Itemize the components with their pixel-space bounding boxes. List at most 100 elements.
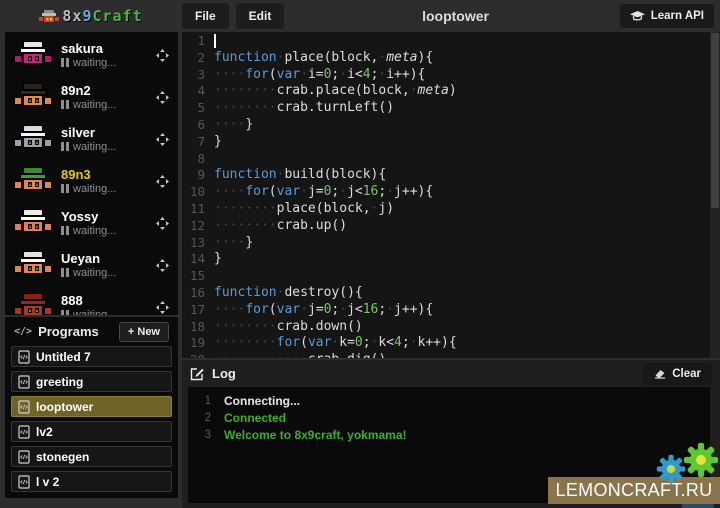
crosshair-icon[interactable] (156, 133, 169, 146)
text-cursor (214, 34, 216, 48)
code-text[interactable]: ············crab.dig() (214, 352, 386, 358)
pause-icon (61, 100, 69, 109)
code-text[interactable]: ········crab.place(block,·meta) (214, 83, 457, 100)
line-number: 4 (182, 83, 214, 100)
code-line: 11········place(block,·j) (182, 201, 720, 218)
code-text[interactable]: } (214, 251, 222, 268)
program-item[interactable]: greeting (11, 371, 172, 392)
file-menu-button[interactable]: File (182, 3, 229, 29)
code-line: 16function·destroy(){ (182, 285, 720, 302)
program-item[interactable]: stonegen (11, 446, 172, 467)
crosshair-icon[interactable] (156, 259, 169, 272)
code-line: 1 (182, 33, 720, 50)
code-text[interactable]: ········for(var·k=0;·k<4;·k++){ (214, 335, 457, 352)
code-text[interactable]: ····for(var·j=0;·j<16;·j++){ (214, 302, 433, 319)
code-line: 6····} (182, 117, 720, 134)
avatar-arm-right (44, 97, 52, 105)
editor-scrollbar[interactable] (710, 32, 720, 358)
code-text[interactable]: function·build(block){ (214, 167, 386, 184)
player-status: waiting... (61, 308, 147, 316)
code-text[interactable]: function·destroy(){ (214, 285, 363, 302)
code-line: 7} (182, 134, 720, 151)
code-line: 20············crab.dig() (182, 352, 720, 358)
player-item[interactable]: 89n2waiting... (5, 76, 178, 118)
code-text[interactable]: ········crab.turnLeft() (214, 100, 394, 117)
log-line-number: 3 (188, 427, 224, 444)
player-avatar (14, 208, 52, 238)
avatar-eye (35, 98, 39, 103)
player-item[interactable]: 888waiting... (5, 286, 178, 315)
code-line: 2function·place(block,·meta){ (182, 50, 720, 67)
code-text[interactable]: ····} (214, 117, 253, 134)
crosshair-icon[interactable] (156, 217, 169, 230)
code-text[interactable]: ········crab.up() (214, 218, 347, 235)
program-item[interactable]: l v 2 (11, 471, 172, 492)
code-text[interactable]: function·place(block,·meta){ (214, 50, 433, 67)
avatar-arm-left (14, 181, 22, 189)
learn-api-label: Learn API (651, 10, 704, 22)
line-number: 5 (182, 100, 214, 117)
code-text[interactable]: ········place(block,·j) (214, 201, 394, 218)
code-text[interactable]: ····} (214, 235, 253, 252)
crosshair-icon[interactable] (156, 49, 169, 62)
avatar-eye (35, 140, 39, 145)
code-line: 12········crab.up() (182, 218, 720, 235)
code-editor[interactable]: 12function·place(block,·meta){3····for(v… (182, 32, 720, 358)
program-item[interactable]: looptower (11, 396, 172, 417)
player-item[interactable]: Ueyanwaiting... (5, 244, 178, 286)
code-line: 3····for(var·i=0;·i<4;·i++){ (182, 67, 720, 84)
crosshair-icon[interactable] (156, 175, 169, 188)
pause-bar (66, 310, 69, 315)
crab-logo-icon (39, 9, 59, 24)
code-line: 13····} (182, 235, 720, 252)
crosshair-icon[interactable] (156, 91, 169, 104)
program-item-label: stonegen (36, 450, 89, 464)
program-item-label: looptower (36, 400, 93, 414)
clear-log-button[interactable]: Clear (643, 363, 712, 385)
learn-api-button[interactable]: Learn API (620, 4, 714, 28)
programs-panel: </> Programs + New Untitled 7greetingloo… (5, 317, 178, 498)
log-line-number: 1 (188, 393, 224, 410)
logo-text: 8x9Craft (62, 7, 142, 26)
pause-bar (61, 226, 64, 235)
code-text[interactable]: ········crab.down() (214, 319, 363, 336)
code-text[interactable]: ····for(var·i=0;·i<4;·i++){ (214, 67, 425, 84)
program-item[interactable]: lv2 (11, 421, 172, 442)
line-number: 6 (182, 117, 214, 134)
code-line: 14} (182, 251, 720, 268)
code-text[interactable]: ····for(var·j=0;·j<16;·j++){ (214, 184, 433, 201)
log-line-text: Connecting... (224, 393, 300, 410)
pause-bar (66, 226, 69, 235)
player-avatar (14, 292, 52, 315)
pause-icon (61, 142, 69, 151)
log-header: Log Clear (182, 360, 720, 387)
code-line: 10····for(var·j=0;·j<16;·j++){ (182, 184, 720, 201)
code-text[interactable]: } (214, 134, 222, 151)
player-status-text: waiting... (73, 98, 116, 112)
line-number: 18 (182, 319, 214, 336)
player-item[interactable]: silverwaiting... (5, 118, 178, 160)
scrollbar-thumb[interactable] (711, 33, 719, 208)
log-title: Log (212, 366, 236, 381)
avatar-eye (28, 140, 32, 145)
program-file-icon (18, 400, 30, 414)
crosshair-icon[interactable] (156, 301, 169, 314)
player-item[interactable]: 89n3waiting... (5, 160, 178, 202)
line-number: 14 (182, 251, 214, 268)
program-file-icon (18, 425, 30, 439)
pause-bar (61, 58, 64, 67)
program-item[interactable]: Untitled 7 (11, 346, 172, 367)
new-program-button[interactable]: + New (119, 322, 169, 342)
log-line: 2Connected (188, 410, 710, 427)
player-item[interactable]: sakurawaiting... (5, 34, 178, 76)
edit-menu-button[interactable]: Edit (236, 3, 285, 29)
player-status-text: waiting... (73, 140, 116, 154)
avatar-eye (28, 98, 32, 103)
code-line: 19········for(var·k=0;·k<4;·k++){ (182, 335, 720, 352)
log-line: 3Welcome to 8x9craft, yokmama! (188, 427, 710, 444)
player-item[interactable]: Yossywaiting... (5, 202, 178, 244)
line-number: 17 (182, 302, 214, 319)
avatar-arm-left (14, 265, 22, 273)
line-number: 1 (182, 33, 214, 50)
pause-bar (66, 184, 69, 193)
